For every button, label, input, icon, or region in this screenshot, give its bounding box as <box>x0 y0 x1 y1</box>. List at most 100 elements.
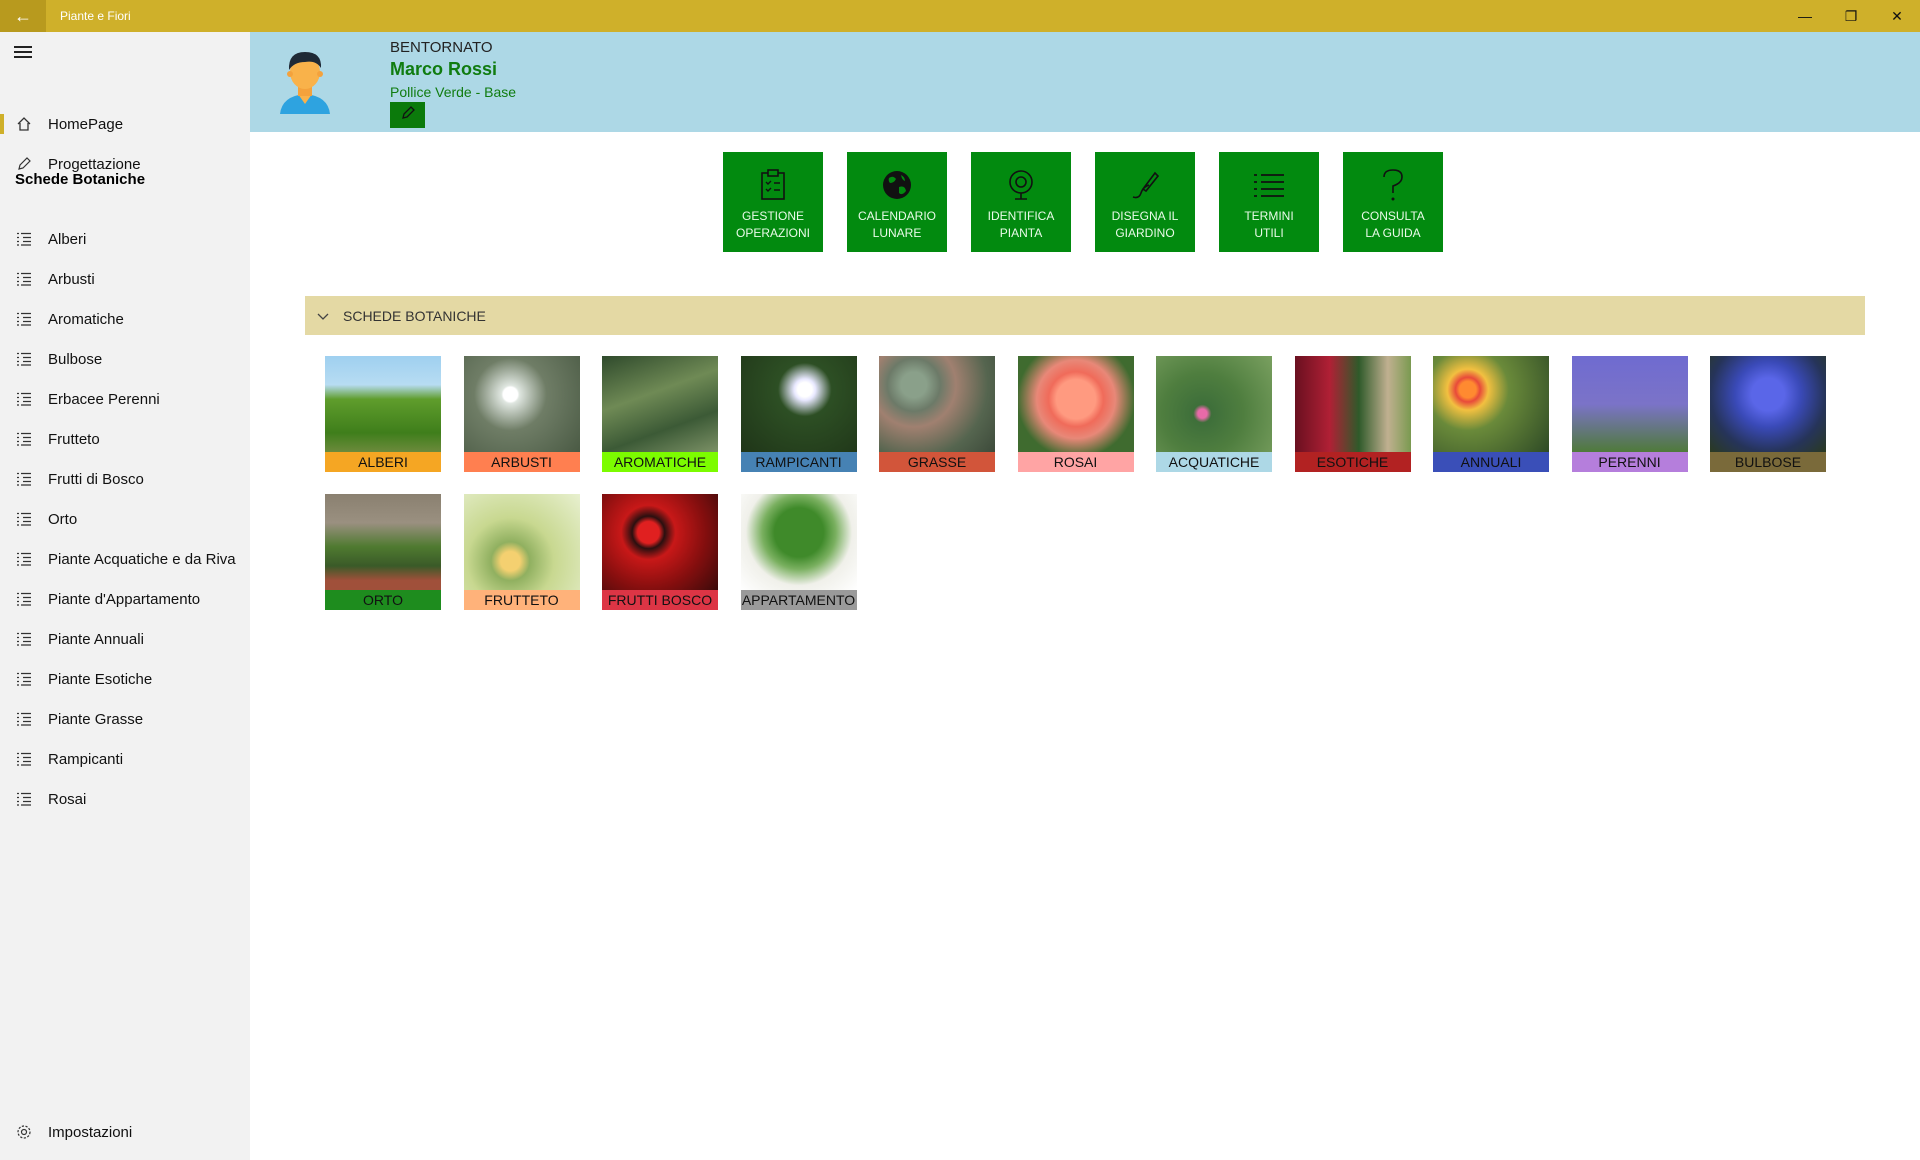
termini-utili-button[interactable]: TERMINI UTILI <box>1219 152 1319 252</box>
category-label: GRASSE <box>879 452 995 472</box>
sidebar-item-frutteto[interactable]: Frutteto <box>0 419 250 459</box>
category-label: ARBUSTI <box>463 452 580 472</box>
sidebar-item-arbusti[interactable]: Arbusti <box>0 259 250 299</box>
sidebar-item-rampicanti[interactable]: Rampicanti <box>0 739 250 779</box>
pencil-icon <box>0 156 48 172</box>
category-card-rampicanti[interactable]: RAMPICANTI <box>740 356 857 472</box>
tile-label: OPERAZIONI <box>735 226 810 240</box>
nav-item-label: Arbusti <box>48 270 95 288</box>
category-label: ALBERI <box>325 452 441 472</box>
clipboard-icon <box>760 166 786 204</box>
globe-icon <box>881 166 913 204</box>
user-level: Pollice Verde - Base <box>390 84 517 100</box>
sidebar-item-piante-acquatiche-e-da-riva[interactable]: Piante Acquatiche e da Riva <box>0 539 250 579</box>
nav-item-label: Bulbose <box>48 350 103 368</box>
category-card-appartamento[interactable]: APPARTAMENTO <box>740 494 857 610</box>
category-image <box>1433 356 1549 452</box>
restore-icon: ❐ <box>1844 7 1858 24</box>
category-card-esotiche[interactable]: ESOTICHE <box>1294 356 1411 472</box>
category-image <box>463 356 580 452</box>
sidebar-item-piante-d-appartamento[interactable]: Piante d'Appartamento <box>0 579 250 619</box>
category-card-orto[interactable]: ORTO <box>325 494 441 610</box>
restore-button[interactable]: ❐ <box>1828 0 1874 32</box>
sidebar-item-piante-grasse[interactable]: Piante Grasse <box>0 699 250 739</box>
sidebar-item-orto[interactable]: Orto <box>0 499 250 539</box>
tile-label: CONSULTA <box>1361 209 1425 223</box>
category-card-annuali[interactable]: ANNUALI <box>1433 356 1549 472</box>
consulta-guida-button[interactable]: CONSULTA LA GUIDA <box>1343 152 1443 252</box>
sidebar-item-aromatiche[interactable]: Aromatiche <box>0 299 250 339</box>
bulleted-list-icon <box>0 792 48 806</box>
action-tiles: GESTIONE OPERAZIONI CALENDARIO LUNARE IDEN… <box>723 152 1467 252</box>
bulleted-list-icon <box>0 672 48 686</box>
category-card-perenni[interactable]: PERENNI <box>1571 356 1688 472</box>
tile-label: LUNARE <box>872 226 922 240</box>
category-image <box>1710 356 1826 452</box>
tile-label: CALENDARIO <box>857 209 937 223</box>
nav-item-label: HomePage <box>48 115 124 133</box>
nav-item-label: Aromatiche <box>48 310 124 328</box>
sidebar-item-frutti-di-bosco[interactable]: Frutti di Bosco <box>0 459 250 499</box>
minimize-button[interactable]: — <box>1782 0 1828 32</box>
title-bar: ← Piante e Fiori — ❐ ✕ <box>0 0 1920 32</box>
calendario-lunare-button[interactable]: CALENDARIO LUNARE <box>847 152 947 252</box>
category-image <box>1571 356 1688 452</box>
sidebar-item-bulbose[interactable]: Bulbose <box>0 339 250 379</box>
category-card-bulbose[interactable]: BULBOSE <box>1710 356 1826 472</box>
help-icon <box>1381 166 1405 204</box>
category-image <box>1156 356 1272 452</box>
category-image <box>1294 356 1411 452</box>
user-header: BENTORNATO Marco Rossi Pollice Verde - B… <box>250 32 1920 132</box>
category-image <box>602 356 718 452</box>
close-button[interactable]: ✕ <box>1874 0 1920 32</box>
category-card-grasse[interactable]: GRASSE <box>879 356 995 472</box>
sidebar-item-alberi[interactable]: Alberi <box>0 219 250 259</box>
sidebar-section-header: Schede Botaniche <box>15 171 146 188</box>
bulleted-list-icon <box>0 432 48 446</box>
user-name: Marco Rossi <box>390 59 498 79</box>
sidebar-item-erbacee-perenni[interactable]: Erbacee Perenni <box>0 379 250 419</box>
category-image <box>325 356 441 452</box>
identifica-pianta-button[interactable]: IDENTIFICA PIANTA <box>971 152 1071 252</box>
hamburger-menu-icon[interactable] <box>14 46 32 60</box>
disegna-giardino-button[interactable]: DISEGNA IL GIARDINO <box>1095 152 1195 252</box>
category-card-alberi[interactable]: ALBERI <box>325 356 441 472</box>
nav-item-homepage[interactable]: HomePage <box>0 104 250 144</box>
gear-icon <box>0 1124 48 1140</box>
category-card-frutteto[interactable]: FRUTTETO <box>463 494 580 610</box>
sidebar-item-piante-annuali[interactable]: Piante Annuali <box>0 619 250 659</box>
close-icon: ✕ <box>1891 7 1903 24</box>
category-card-acquatiche[interactable]: ACQUATICHE <box>1156 356 1272 472</box>
nav-item-label: Orto <box>48 510 78 528</box>
gestione-operazioni-button[interactable]: GESTIONE OPERAZIONI <box>723 152 823 252</box>
category-image <box>740 356 857 452</box>
edit-profile-button[interactable] <box>390 102 425 128</box>
sidebar-item-rosai[interactable]: Rosai <box>0 779 250 819</box>
bulleted-list-icon <box>0 752 48 766</box>
tile-label: PIANTA <box>999 226 1043 240</box>
category-card-rosai[interactable]: ROSAI <box>1017 356 1134 472</box>
category-label: RAMPICANTI <box>740 452 857 472</box>
webcam-icon <box>1005 166 1037 204</box>
bulleted-list-icon <box>0 312 48 326</box>
category-image <box>1017 356 1134 452</box>
bulleted-list-icon <box>0 712 48 726</box>
category-card-frutti-bosco[interactable]: FRUTTI BOSCO <box>602 494 718 610</box>
pencil-icon <box>400 105 416 126</box>
category-card-arbusti[interactable]: ARBUSTI <box>463 356 580 472</box>
nav-item-impostazioni[interactable]: Impostazioni <box>0 1112 250 1152</box>
sidebar-item-piante-esotiche[interactable]: Piante Esotiche <box>0 659 250 699</box>
tile-label: GESTIONE <box>741 209 804 223</box>
nav-item-label: Piante Esotiche <box>48 670 153 688</box>
back-button[interactable]: ← <box>0 0 46 32</box>
bulleted-list-icon <box>0 592 48 606</box>
window-controls: — ❐ ✕ <box>1782 0 1920 32</box>
category-label: FRUTTI BOSCO <box>602 590 718 610</box>
arrow-left-icon: ← <box>14 5 32 26</box>
schede-botaniche-section-header[interactable]: SCHEDE BOTANICHE <box>305 296 1865 335</box>
nav-item-label: Rampicanti <box>48 750 124 768</box>
category-card-aromatiche[interactable]: AROMATICHE <box>602 356 718 472</box>
nav-item-label: Frutteto <box>48 430 100 448</box>
tile-label: LA GUIDA <box>1365 226 1421 240</box>
tile-label: GIARDINO <box>1115 226 1175 240</box>
